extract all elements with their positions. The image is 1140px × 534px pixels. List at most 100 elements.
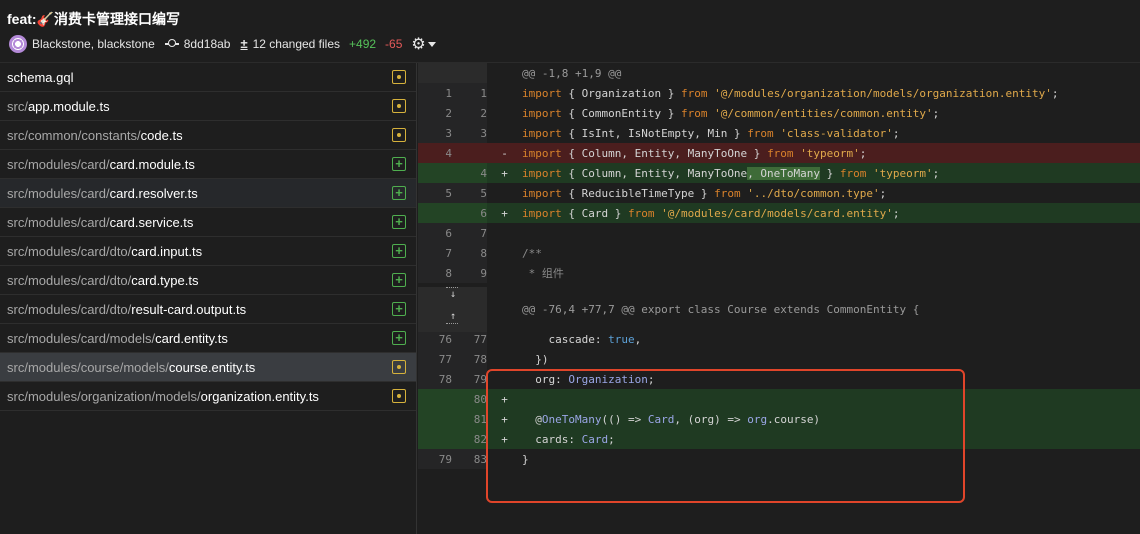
diff-line: 6 + import { Card } from '@/modules/card/m… [418,203,1140,223]
file-item[interactable]: src/common/constants/code.ts [0,121,416,150]
diff-line: 4 + import { Column, Entity, ManyToOne, On… [418,163,1140,183]
code-text: import { ReducibleTimeType } from '../dt… [522,187,886,200]
diff-marker: + [501,206,508,220]
new-line-number[interactable]: 9 [455,267,487,280]
diff-line: 67 [418,223,1140,243]
new-line-number[interactable]: 3 [455,127,487,140]
old-line-number[interactable]: 4 [419,147,452,160]
code-token: org: [522,372,569,386]
diff-marker: + [501,412,508,426]
old-line-number[interactable]: 5 [419,187,452,200]
file-item[interactable]: src/modules/card/dto/result-card.output.… [0,295,416,324]
diff-marker: + [501,166,508,180]
code-token: }) [522,352,549,366]
new-line-number[interactable]: 79 [455,373,487,386]
new-line-number[interactable]: 82 [455,433,487,446]
file-dir: src/common/constants/ [7,127,141,143]
author-name[interactable]: Blackstone, blackstone [32,37,155,51]
code-text: import { Card } from '@/modules/card/mod… [522,207,900,220]
file-item[interactable]: src/modules/card/card.service.ts + [0,208,416,237]
file-item[interactable]: src/modules/card/card.module.ts + [0,150,416,179]
code-token: Card [581,432,609,446]
new-line-number[interactable]: 7 [455,227,487,240]
new-line-number[interactable]: 4 [455,167,487,180]
old-line-number[interactable]: 78 [419,373,452,386]
file-name: card.resolver.ts [109,185,198,201]
code-token: @@ -1,8 +1,9 @@ [522,66,622,80]
new-line-number[interactable]: 8 [455,247,487,260]
old-line-number[interactable]: 79 [419,453,452,466]
code-token: org [747,412,768,426]
new-line-number[interactable]: 77 [455,333,487,346]
code-token: from [767,146,794,160]
new-line-number[interactable]: 83 [455,453,487,466]
file-name: course.entity.ts [168,359,256,375]
code-token: { ReducibleTimeType } [561,186,715,200]
diff-marker: + [501,392,508,406]
code-token: import [522,106,562,120]
diff-line: 1 1 import { Organization } from '@/module… [418,83,1140,103]
code-text: } [522,453,529,466]
hunk-header: @@ -76,4 +77,7 @@ export class Course ex… [418,287,1140,332]
file-added-icon: + [392,215,406,229]
new-line-number[interactable]: 2 [455,107,487,120]
new-line-number[interactable]: 5 [455,187,487,200]
new-line-number[interactable]: 81 [455,413,487,426]
author-avatar[interactable] [9,35,27,53]
code-text: import { IsInt, IsNotEmpty, Min } from '… [522,127,900,140]
code-token: ; [608,432,615,446]
code-token: from [839,166,867,180]
file-item[interactable]: src/modules/card/models/card.entity.ts + [0,324,416,353]
code-token: '@/modules/organization/models/organizat… [714,86,1052,100]
old-line-number[interactable]: 76 [419,333,452,346]
file-dir: src/modules/card/ [7,156,110,172]
file-name: organization.entity.ts [200,388,319,404]
code-text: cascade: true, [522,333,641,346]
file-item[interactable]: schema.gql [0,63,416,92]
file-item[interactable]: src/app.module.ts [0,92,416,121]
expand-down-icon[interactable]: ↓ [446,289,460,300]
file-added-icon: + [392,331,406,345]
chevron-down-icon[interactable] [427,41,436,47]
deletions-count: -65 [385,37,403,51]
diff-line: 76 77 cascade: true, [418,329,1140,349]
code-token: { CommonEntity } [561,106,681,120]
new-line-number[interactable]: 6 [455,207,487,220]
gear-icon[interactable]: ⚙ [411,34,425,54]
code-text: import { Column, Entity, ManyToOne, OneT… [522,166,939,180]
expand-hunk-control[interactable]: ↓ ↑ [418,287,487,332]
file-item[interactable]: src/modules/course/models/course.entity.… [0,353,416,382]
expand-up-icon[interactable]: ↑ [446,311,460,322]
code-token: { Organization } [561,86,681,100]
old-line-number[interactable]: 77 [419,353,452,366]
code-text: cards: Card; [522,433,615,446]
code-token: { Column, Entity, ManyToOne [561,166,748,180]
file-modified-icon [392,128,406,142]
file-name: schema.gql [7,69,74,85]
old-line-number[interactable]: 8 [419,267,452,280]
new-line-number[interactable]: 1 [455,87,487,100]
old-line-number[interactable]: 6 [419,227,452,240]
old-line-number[interactable]: 3 [419,127,452,140]
code-token: ; [892,126,900,140]
diff-line: 3 3 import { IsInt, IsNotEmpty, Min } from… [418,123,1140,143]
file-item[interactable]: src/modules/organization/models/organiza… [0,382,416,411]
old-line-number[interactable]: 1 [419,87,452,100]
old-line-number[interactable]: 2 [419,107,452,120]
new-line-number[interactable]: 78 [455,353,487,366]
file-modified-icon [392,360,406,374]
commit-title: feat:🎸消费卡管理接口编写 [7,11,180,27]
old-line-number[interactable]: 7 [419,247,452,260]
file-item[interactable]: src/modules/card/card.resolver.ts + [0,179,416,208]
new-line-number[interactable]: 80 [455,393,487,406]
code-token: ; [647,372,655,386]
commit-hash[interactable]: 8dd18ab [184,37,231,51]
code-token: { IsInt, IsNotEmpty, Min } [561,126,748,140]
file-item[interactable]: src/modules/card/dto/card.input.ts + [0,237,416,266]
file-item[interactable]: src/modules/card/dto/card.type.ts + [0,266,416,295]
file-name: code.ts [140,127,183,143]
code-token: import [522,86,562,100]
code-token: { Column, Entity, ManyToOne } [561,146,768,160]
file-added-icon: + [392,186,406,200]
additions-count: +492 [349,37,377,51]
